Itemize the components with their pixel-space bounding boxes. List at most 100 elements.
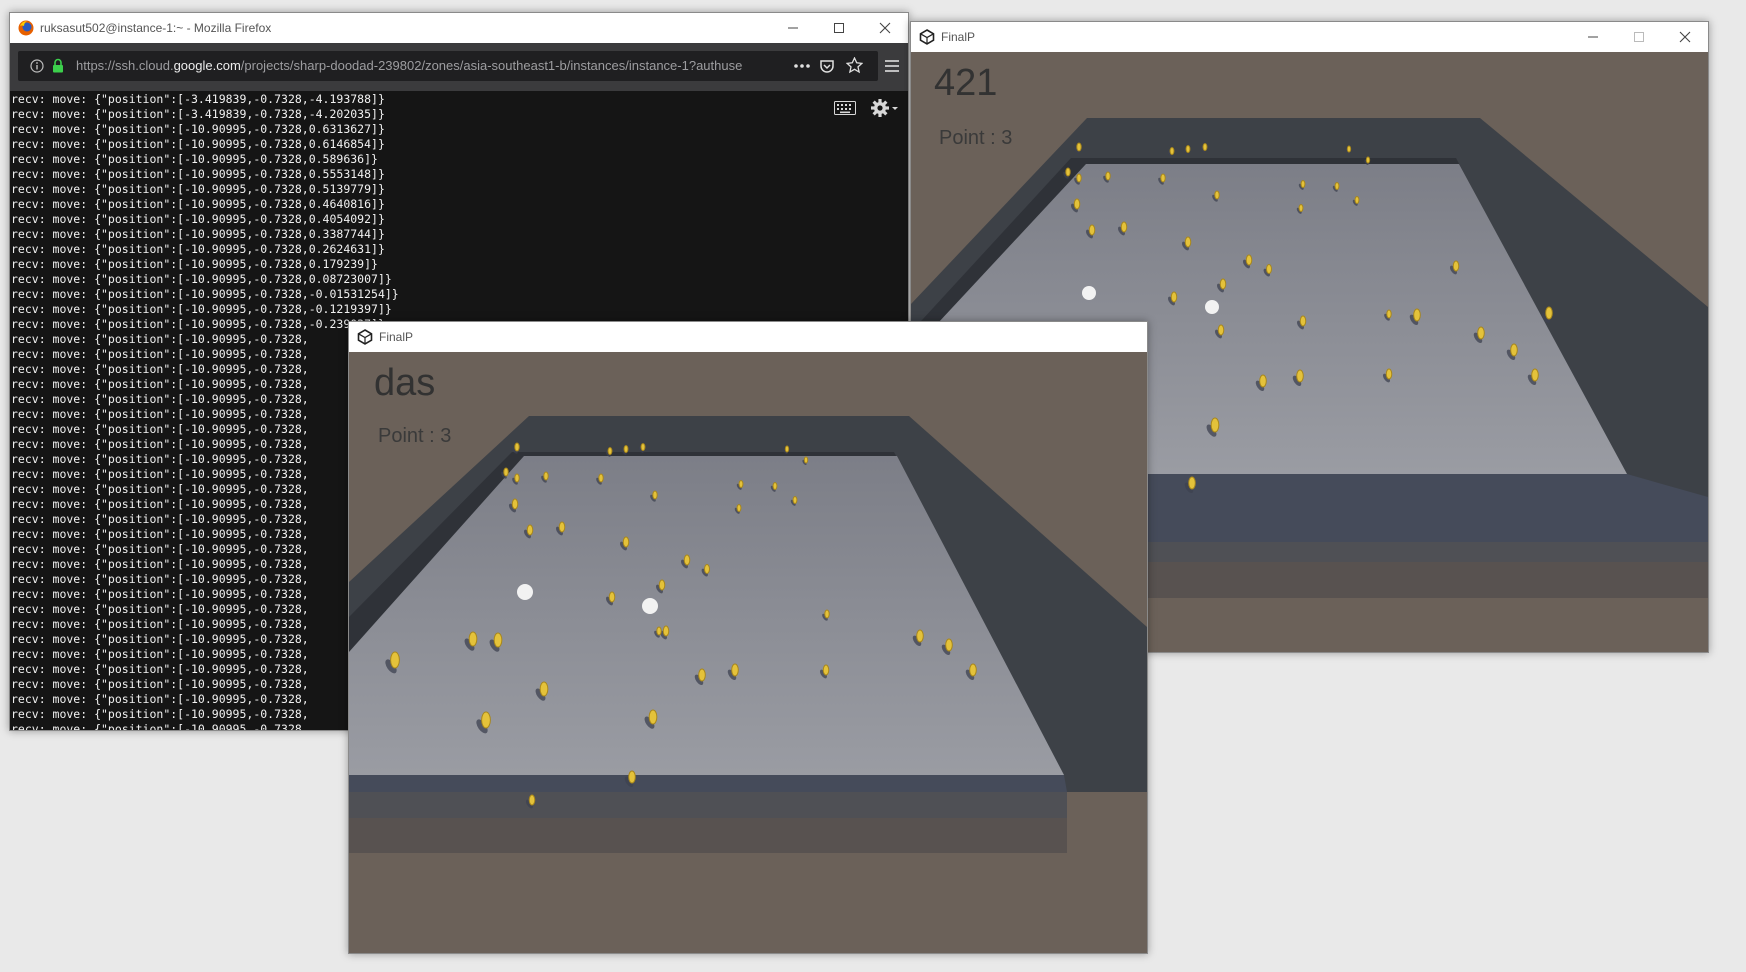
coin [652, 490, 658, 500]
coin [662, 625, 670, 637]
minimize-button[interactable] [1570, 22, 1616, 52]
coin [1365, 156, 1371, 164]
coin [1299, 315, 1307, 327]
coin [658, 579, 666, 591]
coin [738, 480, 744, 488]
terminal-line: recv: move: {"position":[-10.90995,-0.73… [11, 137, 385, 151]
close-button[interactable] [862, 13, 908, 43]
coin [1531, 368, 1539, 382]
coin [1214, 190, 1220, 200]
coin [1120, 221, 1128, 233]
coin [628, 770, 636, 784]
menu-icon[interactable] [884, 59, 900, 73]
terminal-line: recv: move: {"position":[-10.90995,-0.73… [11, 212, 385, 226]
pocket-icon[interactable] [819, 58, 835, 74]
coin [526, 524, 534, 536]
coin [1245, 254, 1253, 266]
info-icon[interactable] [30, 59, 44, 73]
coin [623, 445, 629, 453]
coin [1088, 224, 1096, 236]
minimize-icon [788, 27, 798, 29]
coin [514, 442, 520, 452]
window-title: FinalP [941, 30, 976, 44]
coin [683, 554, 691, 566]
coin [772, 482, 778, 490]
close-button[interactable] [1662, 22, 1708, 52]
url-prefix: https://ssh.cloud. [76, 58, 174, 73]
coin [1219, 278, 1227, 290]
coin [1346, 145, 1352, 153]
opponent-ball [1205, 300, 1219, 314]
url-text[interactable]: https://ssh.cloud.google.com/projects/sh… [76, 58, 796, 73]
coin [1354, 196, 1360, 204]
star-icon[interactable] [846, 57, 863, 74]
coin [1385, 368, 1393, 380]
board-scene [349, 416, 1147, 853]
keyboard-icon[interactable] [834, 101, 856, 115]
player-name: das [374, 362, 436, 404]
coin [528, 794, 536, 806]
firefox-titlebar[interactable]: ruksasut502@instance-1:~ - Mozilla Firef… [10, 13, 908, 43]
coin [916, 629, 924, 643]
coin [1510, 343, 1518, 357]
window-title: FinalP [379, 330, 414, 344]
coin [792, 496, 798, 504]
coin [1184, 236, 1192, 248]
minimize-button[interactable] [770, 13, 816, 43]
coin [1105, 171, 1111, 181]
close-icon [1679, 31, 1691, 43]
coin [822, 664, 830, 676]
player-ball [1082, 286, 1096, 300]
coin [514, 473, 520, 483]
url-path: /projects/sharp-doodad-239802/zones/asia… [240, 58, 743, 73]
coin [640, 443, 646, 451]
coin [1076, 173, 1082, 183]
url-bar[interactable]: https://ssh.cloud.google.com/projects/sh… [18, 51, 878, 81]
unity-titlebar-front[interactable]: FinalP [349, 322, 1147, 352]
coin [736, 504, 742, 512]
coin [824, 609, 830, 619]
minimize-icon [1588, 36, 1598, 38]
coin [1160, 173, 1166, 183]
window-title: ruksasut502@instance-1:~ - Mozilla Firef… [40, 21, 272, 35]
unity-titlebar-back[interactable]: FinalP [911, 22, 1708, 52]
coin [1217, 324, 1225, 336]
coin [511, 498, 519, 510]
point-counter: Point : 3 [939, 127, 1013, 149]
terminal-line: recv: move: {"position":[-3.419839,-0.73… [11, 92, 385, 106]
terminal-line: recv: move: {"position":[-10.90995,-0.73… [11, 302, 392, 316]
more-icon[interactable] [794, 63, 810, 69]
close-icon [879, 22, 891, 34]
coin [656, 626, 662, 636]
maximize-button[interactable] [1616, 22, 1662, 52]
coin [1065, 167, 1071, 177]
coin [493, 632, 503, 648]
maximize-icon [1634, 32, 1644, 42]
maximize-icon [834, 23, 844, 33]
gear-icon[interactable] [870, 98, 898, 118]
coin [1296, 369, 1304, 383]
game-viewport[interactable]: das Point : 3 [349, 352, 1147, 953]
coin [1259, 374, 1267, 388]
coin [503, 467, 509, 477]
coin [1266, 264, 1272, 274]
coin [1169, 147, 1175, 155]
coin [1413, 308, 1421, 322]
coin [1170, 291, 1178, 303]
front-wall [349, 775, 1067, 792]
maximize-button[interactable] [816, 13, 862, 43]
unity-logo-icon [919, 29, 935, 45]
coin [1298, 204, 1304, 212]
coin [543, 471, 549, 481]
coin [468, 631, 478, 647]
opponent-ball [642, 598, 658, 614]
terminal-line: recv: move: {"position":[-10.90995,-0.73… [11, 242, 385, 256]
player-name: 421 [934, 62, 998, 104]
coin [1202, 143, 1208, 151]
terminal-line: recv: move: {"position":[-10.90995,-0.73… [11, 167, 385, 181]
terminal-line: recv: move: {"position":[-10.90995,-0.73… [11, 272, 392, 286]
coin [1185, 145, 1191, 153]
coin [598, 473, 604, 483]
terminal-line: recv: move: {"position":[-10.90995,-0.73… [11, 287, 399, 301]
lock-icon[interactable] [52, 58, 64, 73]
